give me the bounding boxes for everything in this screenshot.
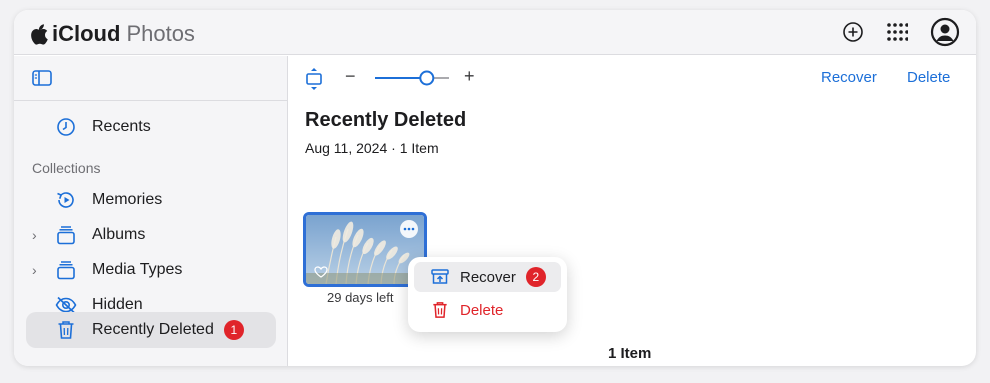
- chevron-right-icon[interactable]: ›: [32, 262, 46, 278]
- days-left-label: 29 days left: [327, 290, 394, 305]
- sidebar-item-label: Memories: [92, 190, 163, 208]
- menu-item-label: Delete: [460, 301, 504, 319]
- sidebar-item-media-types[interactable]: › Media Types: [26, 252, 276, 287]
- recover-icon: [430, 269, 450, 285]
- aspect-ratio-icon[interactable]: [305, 67, 323, 91]
- brand-name: iCloud: [52, 21, 121, 46]
- app-window: iCloud Photos Recents Collections Memori…: [14, 10, 976, 366]
- context-menu: Recover 2 Delete: [408, 257, 567, 332]
- app-grid-icon[interactable]: [886, 21, 908, 43]
- more-options-icon[interactable]: [400, 220, 418, 238]
- sidebar-item-label: Recents: [92, 117, 151, 135]
- sidebar-item-label: Albums: [92, 225, 146, 243]
- app-brand[interactable]: iCloud Photos: [30, 21, 195, 47]
- step-badge: 2: [525, 267, 546, 287]
- item-count: 1 Item: [608, 345, 652, 362]
- page-title: Recently Deleted: [305, 109, 467, 131]
- sidebar-item-albums[interactable]: › Albums: [26, 217, 276, 252]
- menu-item-recover[interactable]: Recover 2: [414, 262, 561, 292]
- clock-icon: [54, 115, 78, 139]
- menu-item-label: Recover: [460, 268, 516, 286]
- menu-item-delete[interactable]: Delete: [414, 295, 561, 325]
- sidebar-item-label: Hidden: [92, 295, 143, 313]
- heart-icon[interactable]: [314, 266, 328, 278]
- apple-logo-icon: [31, 24, 48, 45]
- trash-icon: [54, 318, 78, 342]
- sidebar-item-recents[interactable]: Recents: [26, 109, 276, 144]
- account-icon[interactable]: [930, 17, 960, 47]
- sidebar-item-memories[interactable]: Memories: [26, 182, 276, 217]
- zoom-slider[interactable]: [373, 69, 451, 87]
- sidebar-section-header: Collections: [32, 160, 101, 176]
- sidebar-toggle-icon[interactable]: [32, 70, 52, 86]
- chevron-right-icon[interactable]: ›: [32, 227, 46, 243]
- add-icon[interactable]: [842, 21, 864, 43]
- delete-button[interactable]: Delete: [907, 69, 950, 86]
- top-bar: iCloud Photos: [14, 10, 976, 55]
- media-types-icon: [54, 258, 78, 282]
- toolbar: − + Recover Delete: [289, 56, 976, 101]
- sidebar-item-label: Media Types: [92, 260, 183, 278]
- sidebar-item-recently-deleted[interactable]: Recently Deleted 1: [26, 312, 276, 348]
- zoom-out-button[interactable]: −: [345, 66, 356, 87]
- recover-button[interactable]: Recover: [821, 69, 877, 86]
- main-content: − + Recover Delete Recently Deleted Aug …: [289, 56, 976, 366]
- sidebar-item-label: Recently Deleted: [92, 321, 214, 338]
- zoom-in-button[interactable]: +: [464, 66, 475, 87]
- zoom-slider-thumb: [419, 70, 435, 86]
- trash-icon: [430, 301, 450, 319]
- step-badge: 1: [223, 320, 244, 340]
- product-name: Photos: [126, 21, 195, 46]
- page-subtitle: Aug 11, 2024 · 1 Item: [305, 140, 439, 156]
- sidebar: Recents Collections Memories › Albums › …: [14, 56, 288, 366]
- albums-icon: [54, 223, 78, 247]
- memories-icon: [54, 188, 78, 212]
